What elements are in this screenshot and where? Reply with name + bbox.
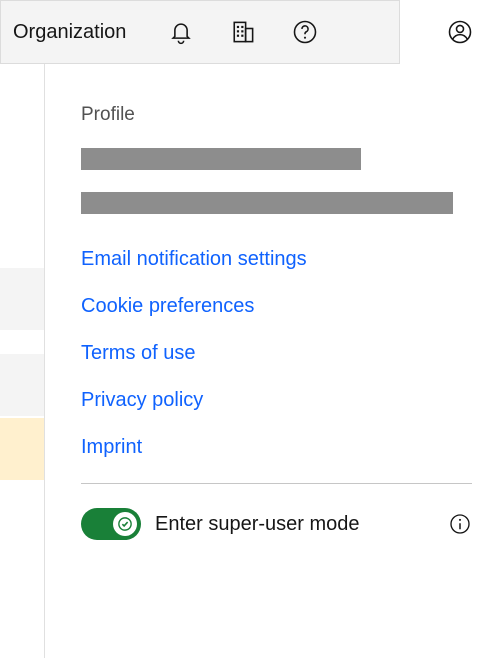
super-user-toggle[interactable] bbox=[81, 508, 141, 540]
profile-name-redacted bbox=[81, 148, 361, 170]
bell-icon bbox=[167, 18, 195, 46]
sidebar-row-bg bbox=[0, 354, 44, 416]
header-bar: Organization bbox=[0, 0, 400, 64]
profile-heading: Profile bbox=[81, 104, 472, 126]
super-user-toggle-row: Enter super-user mode bbox=[81, 508, 472, 540]
user-menu-button[interactable] bbox=[420, 0, 500, 64]
profile-email-redacted bbox=[81, 192, 453, 214]
profile-link-list: Email notification settings Cookie prefe… bbox=[81, 248, 472, 459]
toggle-knob bbox=[113, 512, 137, 536]
help-button[interactable] bbox=[274, 1, 336, 63]
info-icon bbox=[448, 512, 472, 536]
organization-dropdown[interactable]: Organization bbox=[9, 1, 150, 63]
imprint-link[interactable]: Imprint bbox=[81, 436, 472, 459]
notifications-button[interactable] bbox=[150, 1, 212, 63]
sidebar-row-bg bbox=[0, 268, 44, 330]
organization-switcher-button[interactable] bbox=[212, 1, 274, 63]
building-icon bbox=[229, 18, 257, 46]
email-notification-settings-link[interactable]: Email notification settings bbox=[81, 248, 472, 271]
terms-of-use-link[interactable]: Terms of use bbox=[81, 342, 472, 365]
checkmark-icon bbox=[118, 517, 132, 531]
super-user-toggle-label: Enter super-user mode bbox=[155, 513, 434, 536]
user-icon bbox=[446, 18, 474, 46]
cookie-preferences-link[interactable]: Cookie preferences bbox=[81, 295, 472, 318]
privacy-policy-link[interactable]: Privacy policy bbox=[81, 389, 472, 412]
help-icon bbox=[291, 18, 319, 46]
sidebar-row-highlighted bbox=[0, 418, 44, 480]
super-user-info-button[interactable] bbox=[448, 512, 472, 536]
sidebar-sliver bbox=[0, 64, 45, 658]
profile-dropdown: Profile Email notification settings Cook… bbox=[45, 64, 500, 658]
divider bbox=[81, 483, 472, 484]
